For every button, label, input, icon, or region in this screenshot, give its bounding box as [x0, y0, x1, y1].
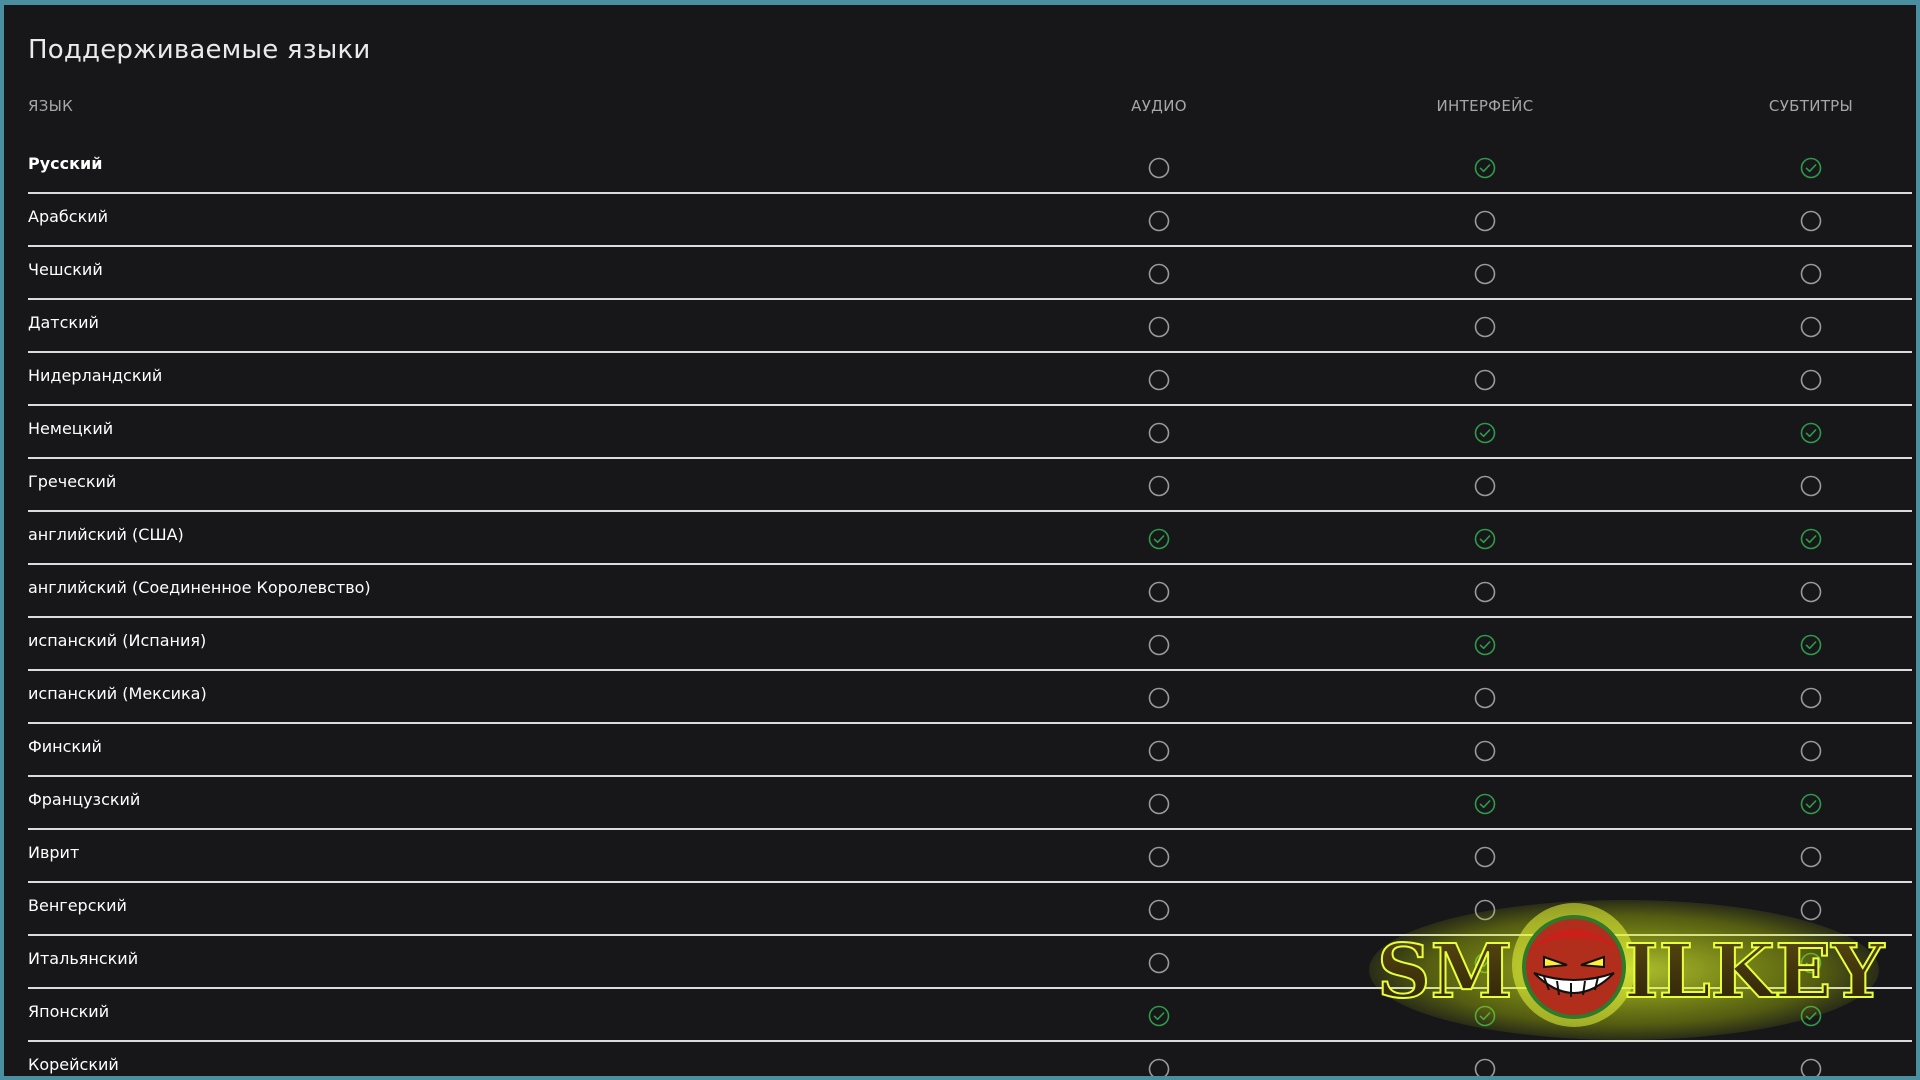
- table-row: Датский: [28, 300, 1912, 353]
- empty-circle-icon-subtitles: [1800, 740, 1822, 762]
- table-header: ЯЗЫК АУДИО ИНТЕРФЕЙС СУБТИТРЫ: [4, 97, 1916, 121]
- check-circle-icon-audio: [1148, 528, 1170, 550]
- check-circle-icon-subtitles: [1800, 634, 1822, 656]
- empty-circle-icon-audio: [1148, 369, 1170, 391]
- table-row: Французский: [28, 777, 1912, 830]
- logo-text-right: ILKEY: [1624, 929, 1885, 1015]
- empty-circle-icon-subtitles: [1800, 210, 1822, 232]
- empty-circle-icon-audio: [1148, 157, 1170, 179]
- language-name: Русский: [28, 154, 103, 173]
- table-row: Корейский: [28, 1042, 1912, 1076]
- empty-circle-icon-interface: [1474, 475, 1496, 497]
- table-row: английский (США): [28, 512, 1912, 565]
- empty-circle-icon-subtitles: [1800, 1058, 1822, 1076]
- check-circle-icon-interface: [1474, 528, 1496, 550]
- language-name: английский (Соединенное Королевство): [28, 578, 371, 597]
- empty-circle-icon-audio: [1148, 952, 1170, 974]
- language-name: английский (США): [28, 525, 184, 544]
- table-row: Немецкий: [28, 406, 1912, 459]
- check-circle-icon-subtitles: [1800, 528, 1822, 550]
- empty-circle-icon-audio: [1148, 793, 1170, 815]
- check-circle-icon-interface: [1474, 634, 1496, 656]
- empty-circle-icon-interface: [1474, 369, 1496, 391]
- table-row: Греческий: [28, 459, 1912, 512]
- empty-circle-icon-audio: [1148, 263, 1170, 285]
- page-title: Поддерживаемые языки: [28, 35, 371, 65]
- empty-circle-icon-subtitles: [1800, 263, 1822, 285]
- logo-text-left: SM: [1377, 929, 1512, 1015]
- language-name: испанский (Мексика): [28, 684, 207, 703]
- empty-circle-icon-audio: [1148, 422, 1170, 444]
- empty-circle-icon-interface: [1474, 263, 1496, 285]
- empty-circle-icon-audio: [1148, 740, 1170, 762]
- table-row: Иврит: [28, 830, 1912, 883]
- empty-circle-icon-interface: [1474, 210, 1496, 232]
- empty-circle-icon-interface: [1474, 740, 1496, 762]
- check-circle-icon-audio: [1148, 1005, 1170, 1027]
- empty-circle-icon-audio: [1148, 687, 1170, 709]
- check-circle-icon-subtitles: [1800, 793, 1822, 815]
- header-language: ЯЗЫК: [28, 97, 74, 115]
- languages-panel: Поддерживаемые языки ЯЗЫК АУДИО ИНТЕРФЕЙ…: [4, 5, 1916, 1076]
- check-circle-icon-subtitles: [1800, 157, 1822, 179]
- empty-circle-icon-subtitles: [1800, 316, 1822, 338]
- smilkey-logo: SM ILKEY: [1369, 900, 1886, 1040]
- table-row: английский (Соединенное Королевство): [28, 565, 1912, 618]
- language-name: Датский: [28, 313, 99, 332]
- table-row: Русский: [28, 141, 1912, 194]
- language-name: Финский: [28, 737, 102, 756]
- empty-circle-icon-subtitles: [1800, 581, 1822, 603]
- check-circle-icon-interface: [1474, 422, 1496, 444]
- language-name: Арабский: [28, 207, 109, 226]
- check-circle-icon-subtitles: [1800, 422, 1822, 444]
- empty-circle-icon-audio: [1148, 846, 1170, 868]
- table-row: испанский (Испания): [28, 618, 1912, 671]
- language-name: Чешский: [28, 260, 103, 279]
- empty-circle-icon-audio: [1148, 634, 1170, 656]
- empty-circle-icon-audio: [1148, 581, 1170, 603]
- language-name: Венгерский: [28, 896, 127, 915]
- language-name: Иврит: [28, 843, 80, 862]
- empty-circle-icon-interface: [1474, 1058, 1496, 1076]
- header-interface: ИНТЕРФЕЙС: [1436, 97, 1534, 115]
- language-name: испанский (Испания): [28, 631, 207, 650]
- language-name: Итальянский: [28, 949, 139, 968]
- empty-circle-icon-subtitles: [1800, 687, 1822, 709]
- empty-circle-icon-subtitles: [1800, 369, 1822, 391]
- empty-circle-icon-interface: [1474, 316, 1496, 338]
- empty-circle-icon-audio: [1148, 475, 1170, 497]
- empty-circle-icon-audio: [1148, 316, 1170, 338]
- header-subtitles: СУБТИТРЫ: [1768, 97, 1854, 115]
- empty-circle-icon-interface: [1474, 846, 1496, 868]
- empty-circle-icon-interface: [1474, 581, 1496, 603]
- table-row: Нидерландский: [28, 353, 1912, 406]
- empty-circle-icon-interface: [1474, 687, 1496, 709]
- table-row: Финский: [28, 724, 1912, 777]
- check-circle-icon-interface: [1474, 793, 1496, 815]
- empty-circle-icon-subtitles: [1800, 846, 1822, 868]
- table-row: Арабский: [28, 194, 1912, 247]
- table-row: Чешский: [28, 247, 1912, 300]
- language-name: Французский: [28, 790, 141, 809]
- language-name: Японский: [28, 1002, 110, 1021]
- table-row: испанский (Мексика): [28, 671, 1912, 724]
- header-audio: АУДИО: [1131, 97, 1187, 115]
- language-name: Нидерландский: [28, 366, 163, 385]
- language-name: Немецкий: [28, 419, 114, 438]
- language-name: Греческий: [28, 472, 117, 491]
- check-circle-icon-interface: [1474, 157, 1496, 179]
- empty-circle-icon-audio: [1148, 210, 1170, 232]
- empty-circle-icon-audio: [1148, 899, 1170, 921]
- empty-circle-icon-audio: [1148, 1058, 1170, 1076]
- empty-circle-icon-subtitles: [1800, 475, 1822, 497]
- language-name: Корейский: [28, 1055, 119, 1074]
